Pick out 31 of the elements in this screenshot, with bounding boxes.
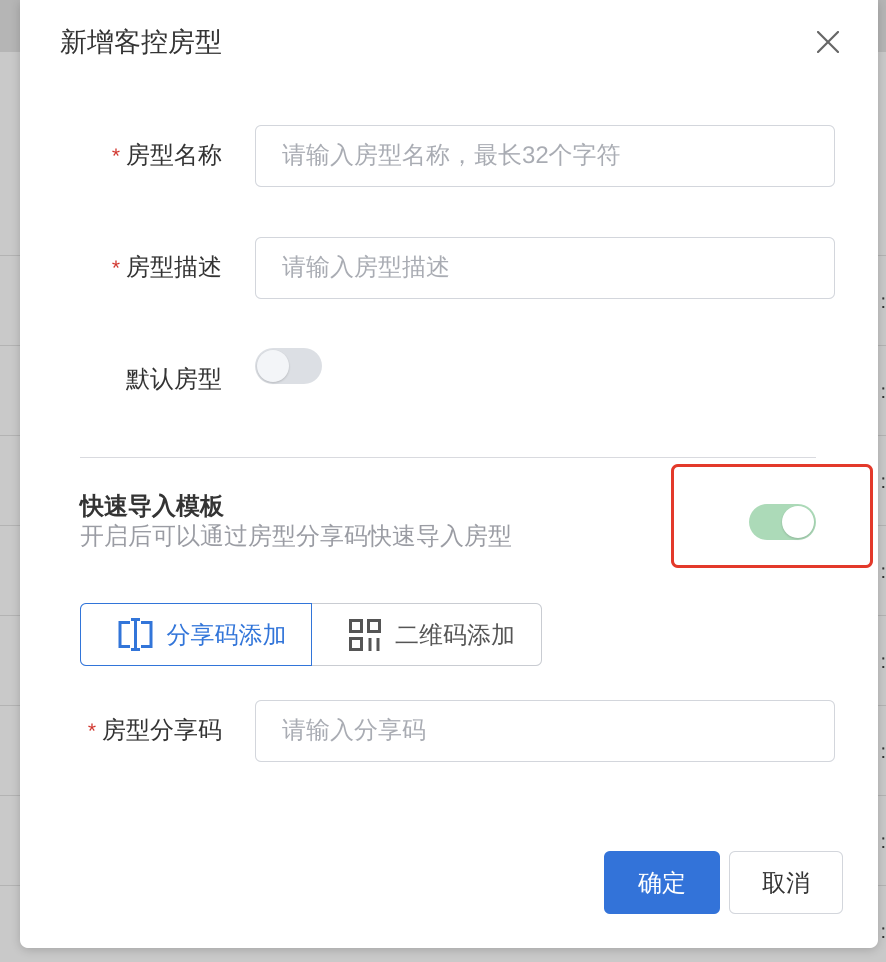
table-cell-text: :	[880, 920, 886, 944]
table-cell-text: :	[880, 470, 886, 494]
required-asterisk: *	[88, 720, 96, 743]
mode-tab[interactable]: 分享码添加	[80, 603, 312, 666]
table-cell-text: :	[880, 830, 886, 854]
text-input[interactable]: 请输入房型描述	[255, 237, 835, 299]
field-label: 房型名称	[126, 142, 222, 169]
confirm-button[interactable]: 确定	[604, 851, 720, 914]
required-asterisk: *	[112, 145, 120, 168]
dialog-title: 新增客控房型	[60, 26, 222, 59]
field-label: 房型分享码	[102, 717, 222, 744]
mode-tab[interactable]: 二维码添加	[310, 603, 542, 666]
cancel-button[interactable]: 取消	[729, 851, 843, 914]
qr-code-icon	[349, 618, 381, 650]
section-description: 开启后可以通过房型分享码快速导入房型	[80, 522, 512, 552]
table-cell-text: :	[880, 380, 886, 404]
table-cell-text: :	[880, 290, 886, 314]
text-input[interactable]: 请输入房型名称，最长32个字符	[255, 125, 835, 187]
close-button[interactable]	[817, 31, 839, 53]
close-icon	[817, 31, 839, 53]
table-cell-text: :	[880, 740, 886, 764]
toggle-switch[interactable]	[255, 348, 322, 384]
field-label: 默认房型	[126, 366, 222, 393]
text-cursor-icon	[118, 618, 152, 651]
field-label: 房型描述	[126, 254, 222, 281]
required-asterisk: *	[112, 257, 120, 280]
toggle-switch[interactable]	[749, 504, 816, 540]
share-code-input[interactable]: 请输入分享码	[255, 700, 835, 762]
table-cell-text: :	[880, 650, 886, 674]
section-title: 快速导入模板	[80, 492, 225, 522]
table-cell-text: :	[880, 560, 886, 584]
